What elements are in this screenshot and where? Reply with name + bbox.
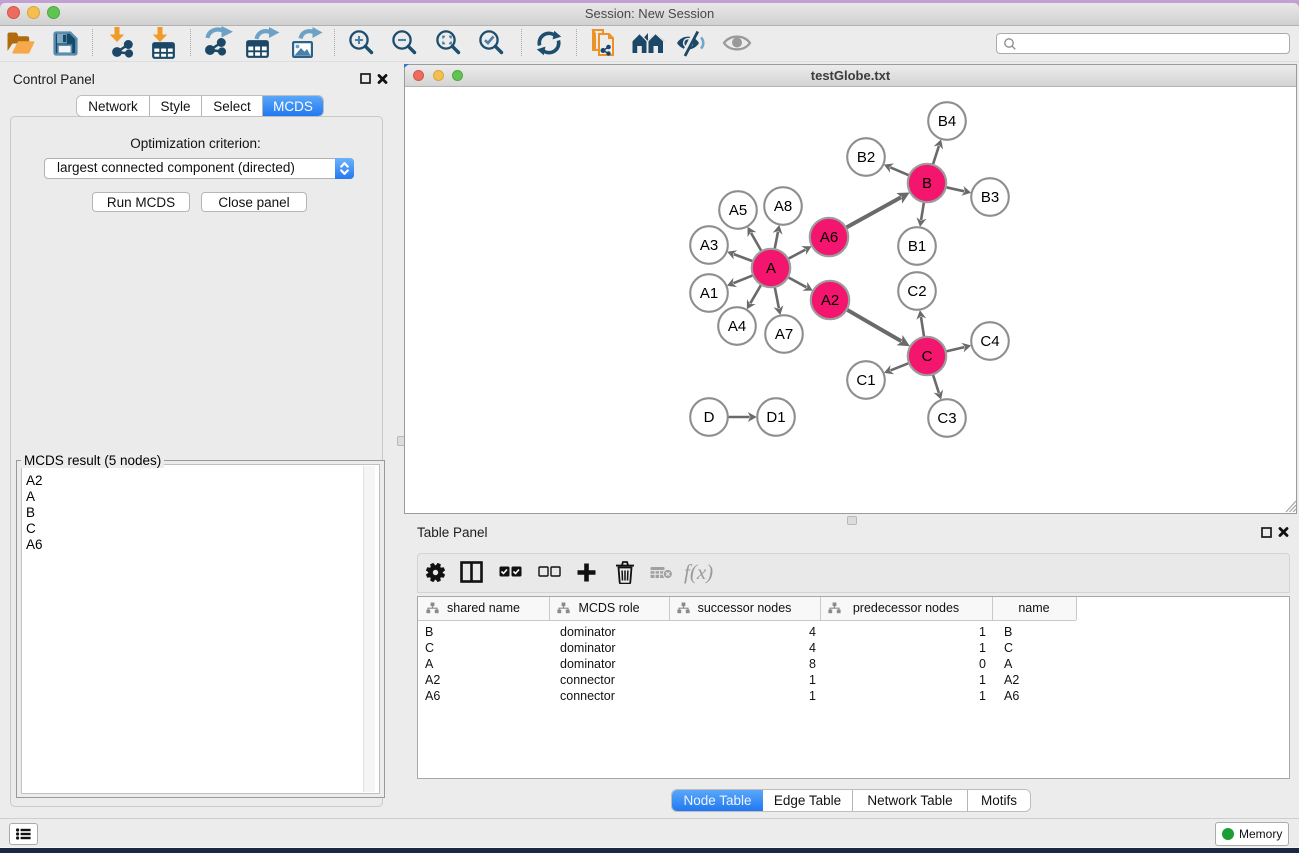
svg-text:D1: D1 [766, 409, 785, 426]
svg-text:C1: C1 [856, 372, 875, 389]
svg-text:A: A [766, 260, 776, 277]
svg-text:B4: B4 [938, 113, 956, 130]
svg-text:A4: A4 [728, 318, 746, 335]
svg-text:A5: A5 [729, 202, 747, 219]
svg-text:A1: A1 [700, 285, 718, 302]
svg-text:B3: B3 [981, 189, 999, 206]
svg-text:C: C [922, 348, 933, 365]
svg-text:C3: C3 [937, 410, 956, 427]
svg-text:A6: A6 [820, 229, 838, 246]
svg-text:B1: B1 [908, 238, 926, 255]
svg-text:B2: B2 [857, 149, 875, 166]
svg-text:A7: A7 [775, 326, 793, 343]
svg-text:A2: A2 [821, 292, 839, 309]
svg-text:C4: C4 [980, 333, 999, 350]
svg-text:D: D [704, 409, 715, 426]
svg-text:C2: C2 [907, 283, 926, 300]
svg-text:B: B [922, 175, 932, 192]
svg-text:A3: A3 [700, 237, 718, 254]
svg-text:A8: A8 [774, 198, 792, 215]
